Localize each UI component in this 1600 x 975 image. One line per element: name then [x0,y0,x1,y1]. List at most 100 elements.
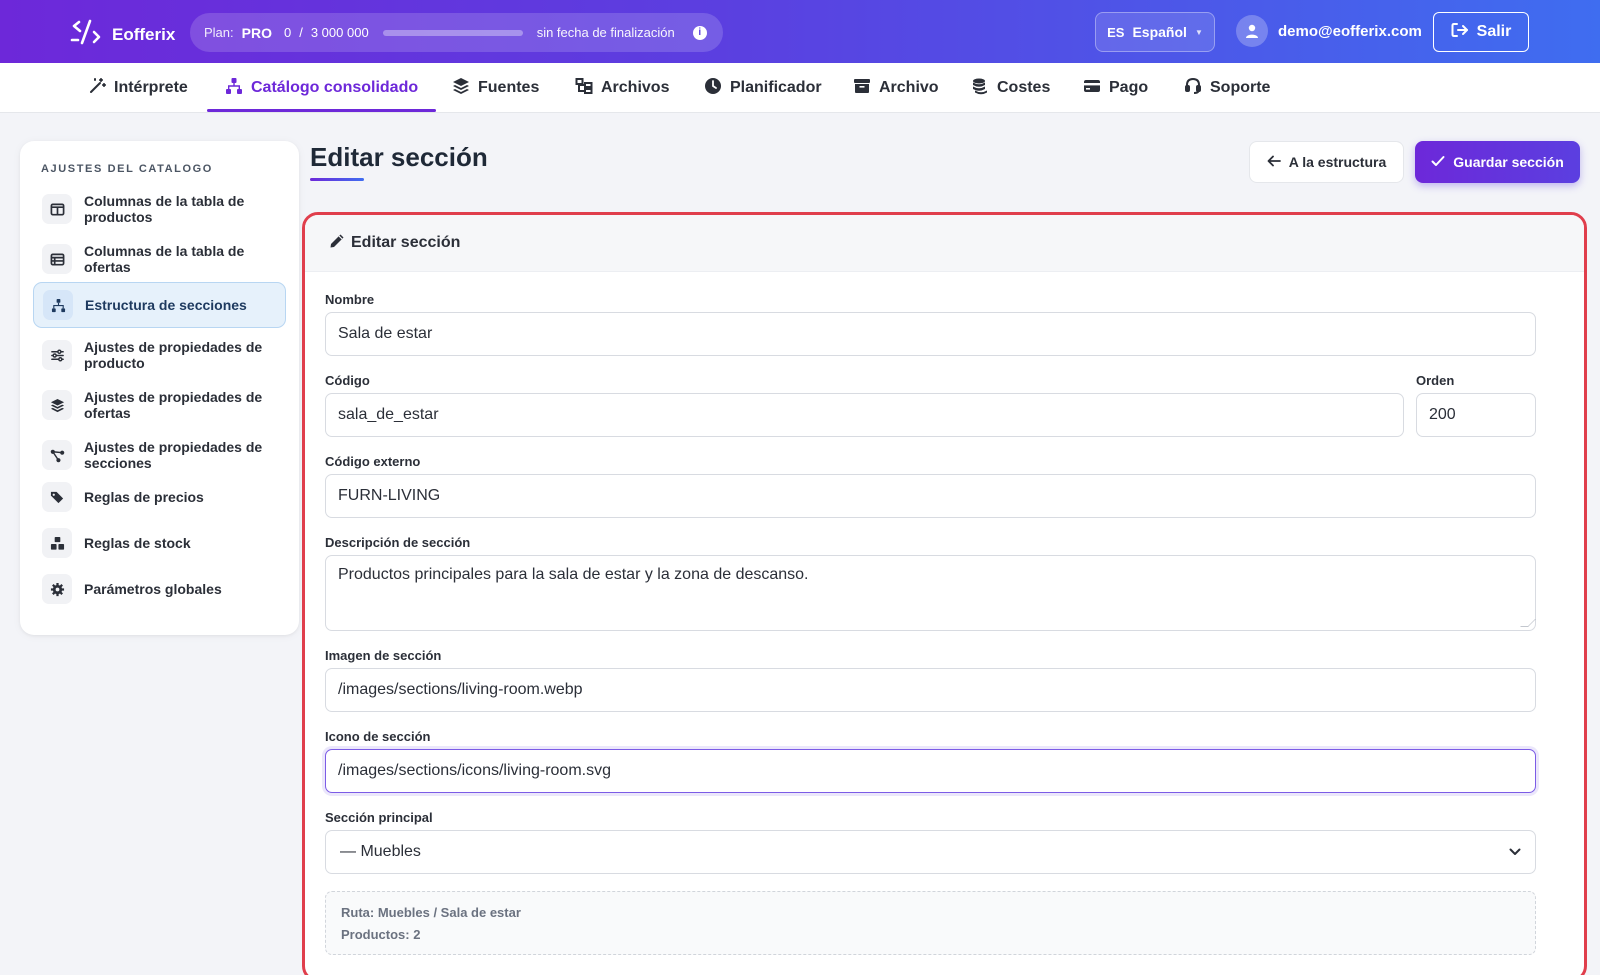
nav-label: Archivos [601,79,670,96]
plan-name: PRO [241,24,272,41]
nav-label: Pago [1109,79,1149,96]
sidebar-item-label: Ajustes de propiedades de ofertas [84,388,263,422]
sidebar-item-global-params[interactable]: Parámetros globales [33,571,286,607]
sidebar-item-label: Columnas de la tabla de ofertas [84,242,245,276]
image-input[interactable]: /images/sections/living-room.webp [325,668,1536,712]
credit-card-icon [1083,77,1101,100]
table-columns-icon [42,194,72,224]
sign-out-icon [1451,22,1469,43]
user-email: demo@eofferix.com [1278,22,1422,40]
code-input[interactable]: sala_de_estar [325,393,1404,437]
info-icon[interactable]: i [692,25,707,40]
sidebar-item-section-structure[interactable]: Estructura de secciones [33,282,286,328]
sitemap-icon [43,290,73,320]
layers-icon [42,390,72,420]
check-icon [1431,154,1445,170]
sidebar-item-label: Ajustes de propiedades de secciones [84,438,263,472]
sidebar-title: AJUSTES DEL CATALOGO [41,163,213,175]
folder-tree-icon [575,77,593,100]
language-label: Español [1132,24,1187,40]
usage-progress-bar [382,29,523,36]
nav-label: Catálogo consolidado [251,79,419,96]
user-icon [1236,15,1268,47]
sidebar-item-label: Reglas de precios [84,488,204,505]
nav-item-fuentes[interactable]: Fuentes [452,63,539,113]
save-button-label: Guardar sección [1453,154,1564,170]
icon-label: Icono de sección [325,729,431,744]
nav-item-catalogo[interactable]: Catálogo consolidado [206,63,437,113]
plan-expiry: sin fecha de finalización [536,25,675,40]
sidebar-item-offer-properties[interactable]: Ajustes de propiedades de ofertas [33,383,286,427]
parent-section-value: — Muebles [340,843,421,860]
sidebar-item-section-properties[interactable]: Ajustes de propiedades de secciones [33,433,286,477]
table-list-icon [42,244,72,274]
gear-icon [42,574,72,604]
clock-icon [704,77,722,100]
save-section-button[interactable]: Guardar sección [1415,141,1580,183]
nav-label: Costes [997,79,1051,96]
archive-icon [853,77,871,100]
nav-item-costes[interactable]: Costes [971,63,1050,113]
nav-label: Fuentes [478,79,540,96]
usage-used: 0 [283,25,292,40]
usage-separator: / [299,25,303,40]
nav-label: Intérprete [114,79,188,96]
nav-item-pago[interactable]: Pago [1083,63,1148,113]
pencil-icon [329,233,345,254]
parent-section-label: Sección principal [325,810,433,825]
sitemap-icon [225,77,243,100]
nav-item-archivo[interactable]: Archivo [853,63,939,113]
sidebar-item-label: Reglas de stock [84,534,191,551]
back-to-structure-button[interactable]: A la estructura [1249,141,1404,183]
icon-input[interactable]: /images/sections/icons/living-room.svg [325,749,1536,793]
catalog-settings-sidebar: AJUSTES DEL CATALOGO Columnas de la tabl… [20,141,299,635]
sidebar-item-stock-rules[interactable]: Reglas de stock [33,525,286,561]
wand-icon [88,77,106,100]
page-title: Editar sección [310,142,488,172]
tags-icon [42,482,72,512]
boxes-icon [42,528,72,558]
sidebar-item-product-columns[interactable]: Columnas de la tabla de productos [33,187,286,231]
external-code-input[interactable]: FURN-LIVING [325,474,1536,518]
description-text: Productos principales para la sala de es… [338,566,809,583]
image-label: Imagen de sección [325,648,442,663]
language-code: ES [1107,24,1125,40]
sidebar-item-label: Columnas de la tabla de productos [84,192,245,226]
layers-icon [452,77,470,100]
order-input[interactable]: 200 [1416,393,1536,437]
name-label: Nombre [325,292,375,307]
nav-label: Soporte [1210,79,1271,96]
plan-label: Plan: [204,25,234,40]
nav-item-planificador[interactable]: Planificador [704,63,822,113]
brand[interactable]: Eofferix [70,18,175,51]
sidebar-item-label: Parámetros globales [84,580,222,597]
title-underline [310,178,364,181]
section-path: Ruta: Muebles / Sala de estar [341,905,521,920]
coins-icon [971,77,989,100]
brand-name: Eofferix [112,24,176,44]
parent-section-select[interactable]: — Muebles [325,830,1536,874]
chevron-down-icon [1509,843,1521,861]
user-menu[interactable]: demo@eofferix.com [1236,15,1422,47]
nav-item-interprete[interactable]: Intérprete [88,63,188,113]
sidebar-item-price-rules[interactable]: Reglas de precios [33,479,286,515]
headset-icon [1184,77,1202,100]
nav-label: Planificador [730,79,822,96]
nav-item-archivos[interactable]: Archivos [575,63,669,113]
logout-button[interactable]: Salir [1433,12,1529,52]
card-header: Editar sección [305,215,1584,272]
sidebar-item-product-properties[interactable]: Ajustes de propiedades de producto [33,333,286,377]
description-textarea[interactable]: Productos principales para la sala de es… [325,555,1536,631]
code-label: Código [325,373,370,388]
sidebar-item-offer-columns[interactable]: Columnas de la tabla de ofertas [33,237,286,281]
name-input[interactable]: Sala de estar [325,312,1536,356]
external-code-label: Código externo [325,454,421,469]
caret-down-icon: ▼ [1194,27,1203,37]
logo-icon [70,18,102,51]
sidebar-item-label: Estructura de secciones [85,296,247,313]
main-nav: Intérprete Catálogo consolidado Fuentes … [0,63,1600,113]
language-selector[interactable]: ES Español ▼ [1095,12,1215,52]
top-bar: Eofferix Plan: PRO 0 / 3 000 000 sin fec… [0,0,1600,63]
nav-item-soporte[interactable]: Soporte [1184,63,1270,113]
resize-handle-icon[interactable] [1520,619,1536,627]
